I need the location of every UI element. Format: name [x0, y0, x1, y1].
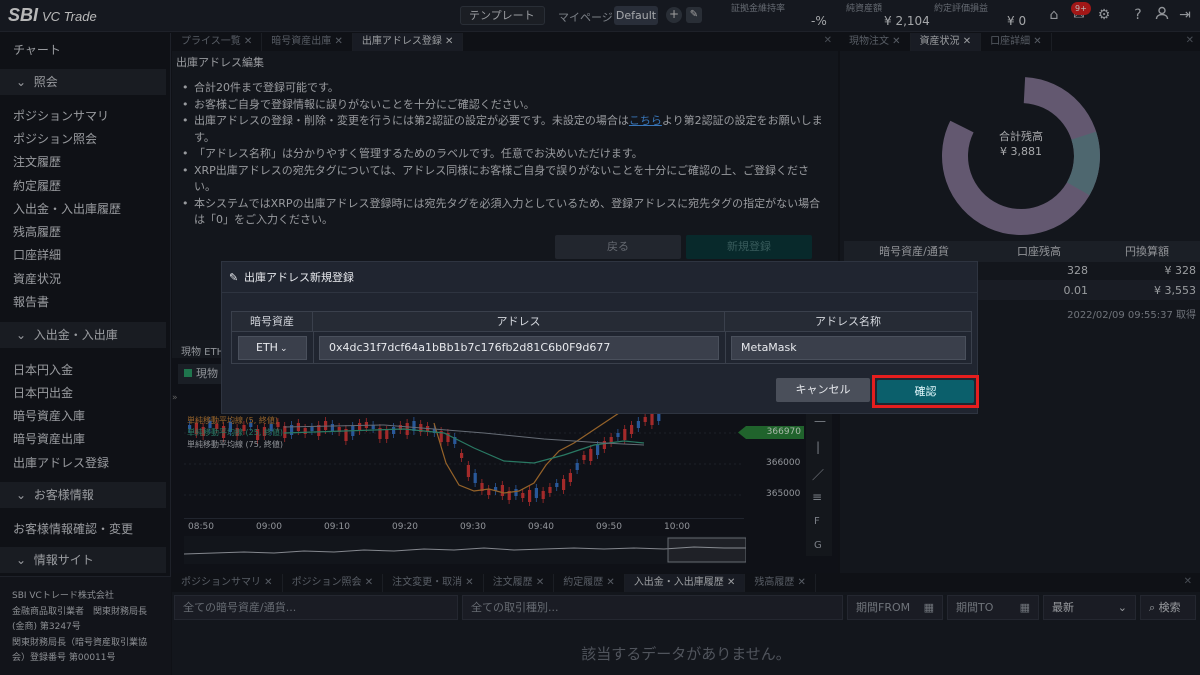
col-divider	[313, 332, 314, 363]
cancel-button[interactable]: キャンセル	[776, 378, 870, 402]
modal-header: ✎ 出庫アドレス新規登録	[222, 262, 977, 293]
col-divider	[725, 332, 726, 363]
modal-title: 出庫アドレス新規登録	[244, 271, 354, 284]
address-input[interactable]: 0x4dc31f7dcf64a1bBb1b7c176fb2d81C6b0F9d6…	[319, 336, 719, 360]
chevron-down-icon: ⌄	[279, 344, 288, 354]
col-header-address-name: アドレス名称	[725, 312, 971, 332]
asset-select[interactable]: ETH ⌄	[238, 336, 307, 360]
col-header-address: アドレス	[313, 312, 725, 332]
col-header-asset: 暗号資産	[232, 312, 313, 332]
confirm-button[interactable]: 確認	[877, 380, 974, 403]
address-name-input[interactable]: MetaMask	[731, 336, 966, 360]
edit-icon: ✎	[229, 271, 239, 284]
new-address-modal: ✎ 出庫アドレス新規登録 暗号資産 アドレス アドレス名称 ETH ⌄ 0x4dc…	[221, 261, 979, 414]
confirm-button-highlight: 確認	[872, 375, 979, 408]
address-form-table: 暗号資産 アドレス アドレス名称 ETH ⌄ 0x4dc31f7dcf64a1bB…	[231, 311, 972, 364]
